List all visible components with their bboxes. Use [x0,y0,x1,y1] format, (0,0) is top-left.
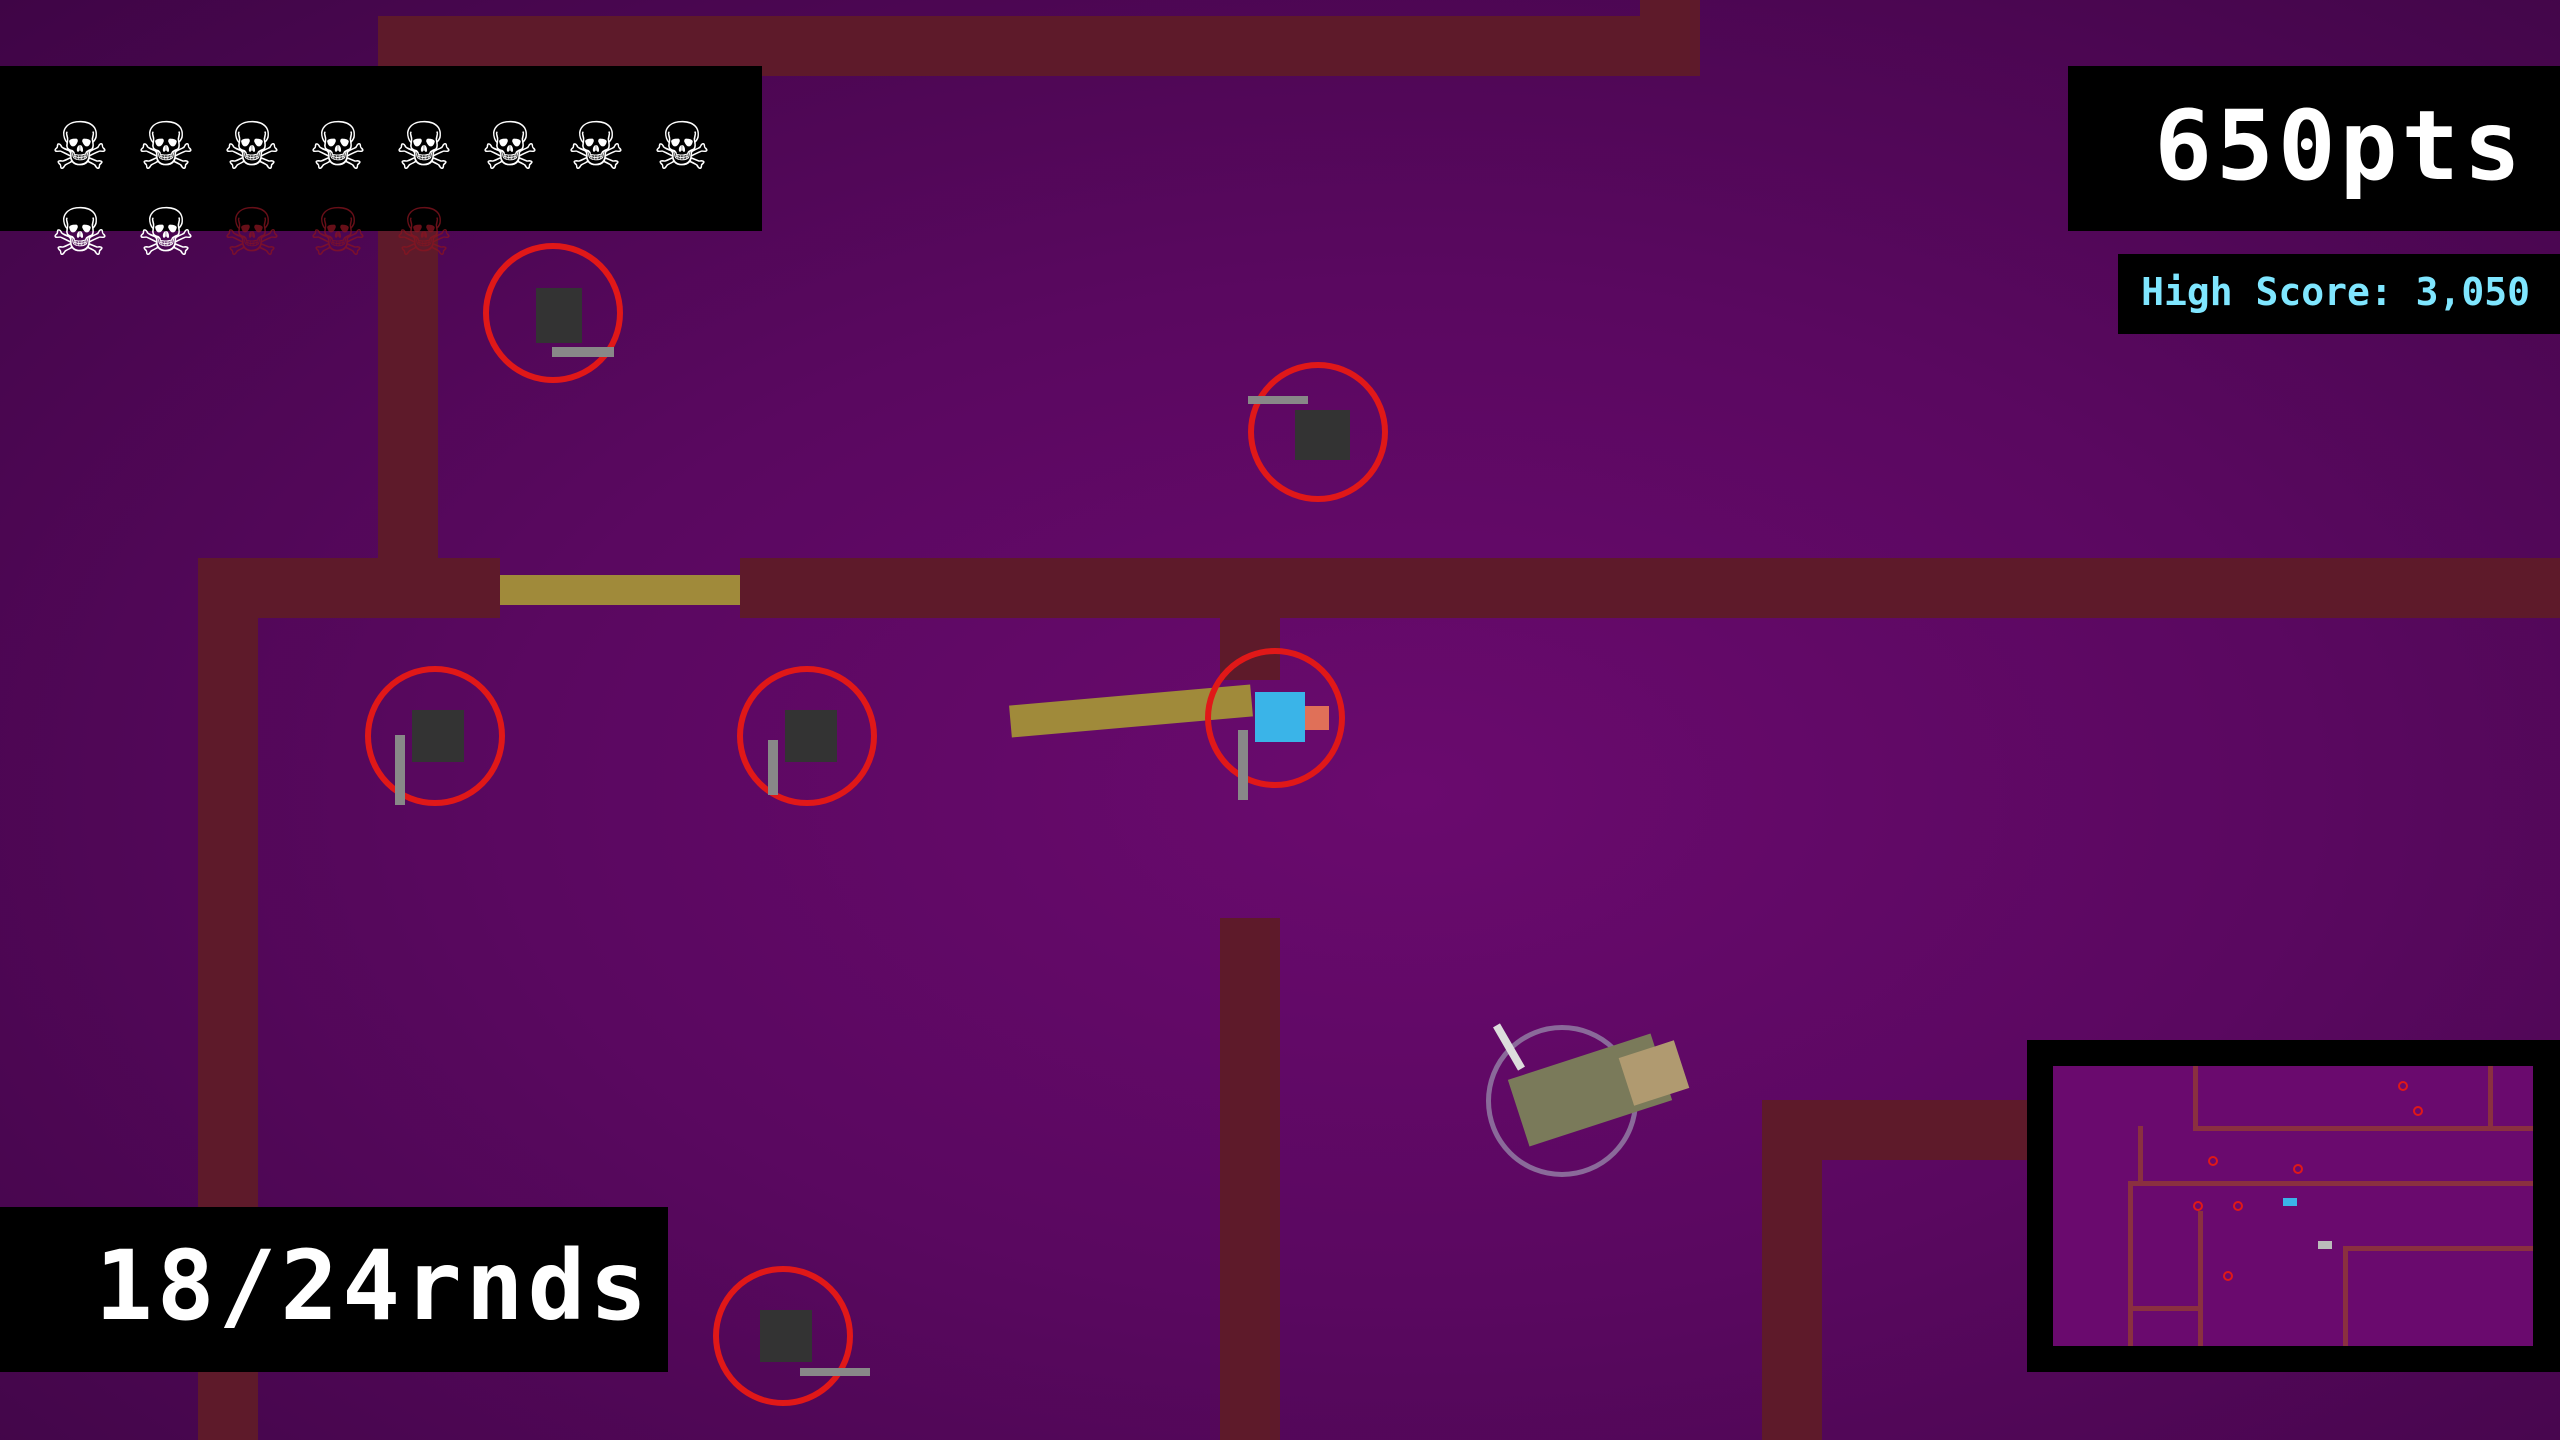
kill-counter-row-1: ☠ ☠ ☠ ☠ ☠ ☠ ☠ ☠ [40,112,722,182]
minimap-wall [2198,1211,2203,1346]
minimap-wall [2193,1066,2198,1131]
kill-skull-icon: ☠ [50,194,110,271]
enemy-gun [552,347,614,357]
high-score-value: High Score: 3,050 [2141,270,2530,314]
kill-skull-icon: ☠ [394,108,454,185]
minimap-wall [2128,1181,2533,1186]
kill-skull-empty-icon: ☠ [394,194,454,271]
minimap-enemy-marker [2398,1081,2408,1091]
enemy-body-cyan [1255,692,1305,742]
enemy-body [760,1310,812,1362]
minimap-wall [2488,1066,2493,1126]
wall-center-vertical-lower [1220,918,1280,1440]
minimap-player-marker [2283,1198,2297,1206]
enemy-gun [1238,730,1248,800]
kill-skull-icon: ☠ [652,108,712,185]
enemy-gun [800,1368,870,1376]
door-yellow-horizontal [500,575,742,605]
points-value: 650pts [2154,90,2525,202]
minimap-wall [2193,1126,2533,1131]
minimap-view [2053,1066,2533,1346]
minimap-enemy-marker [2413,1106,2423,1116]
minimap-enemy-marker [2223,1271,2233,1281]
minimap-player-marker [2318,1241,2332,1249]
minimap [2027,1040,2560,1372]
enemy-gun [768,740,778,795]
enemy-body [412,710,464,762]
kill-skull-empty-icon: ☠ [308,194,368,271]
minimap-wall [2138,1126,2143,1181]
enemy-gun [395,735,405,805]
ammo-value: 18/24rnds [95,1230,652,1342]
minimap-enemy-marker [2193,1201,2203,1211]
enemy-body [1295,410,1350,460]
minimap-wall [2343,1246,2533,1251]
kill-skull-icon: ☠ [222,108,282,185]
minimap-wall [2343,1246,2348,1346]
kill-skull-icon: ☠ [136,194,196,271]
minimap-enemy-marker [2233,1201,2243,1211]
wall-top-right-stub [1640,0,1700,76]
wall-mid-horizontal [740,558,2560,618]
minimap-wall [2128,1181,2133,1346]
wall-bottom-right-vertical [1762,1100,1822,1440]
kill-skull-icon: ☠ [50,108,110,185]
kill-counter-row-2: ☠ ☠ ☠ ☠ ☠ [40,198,464,268]
kill-skull-icon: ☠ [480,108,540,185]
kill-skull-icon: ☠ [566,108,626,185]
enemy-gun [1248,396,1308,404]
kill-skull-icon: ☠ [136,108,196,185]
enemy-head [1305,706,1329,730]
minimap-wall [2128,1306,2198,1311]
kill-skull-icon: ☠ [308,108,368,185]
minimap-enemy-marker [2293,1164,2303,1174]
enemy-body [536,288,582,343]
enemy-body [785,710,837,762]
minimap-enemy-marker [2208,1156,2218,1166]
kill-skull-empty-icon: ☠ [222,194,282,271]
